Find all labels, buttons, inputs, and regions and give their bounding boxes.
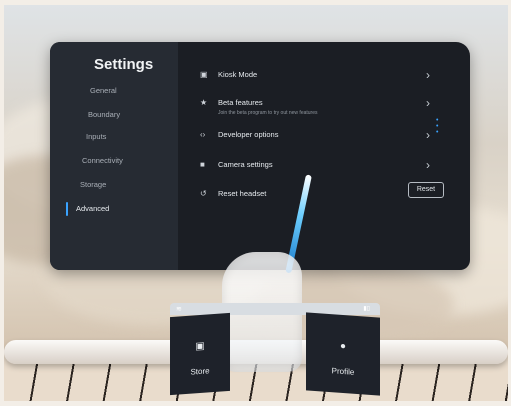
row-label: Camera settings	[218, 160, 273, 169]
nav-item-general[interactable]: General	[90, 86, 117, 95]
row-developer-options[interactable]: ‹› Developer options ›	[178, 120, 470, 150]
nav-item-connectivity[interactable]: Connectivity	[82, 156, 123, 165]
active-indicator	[66, 202, 68, 216]
wifi-icon: ≋	[176, 306, 182, 313]
row-kiosk-mode[interactable]: ▣ Kiosk Mode ›	[178, 60, 470, 90]
row-label: Beta features	[218, 98, 263, 107]
settings-title: Settings	[94, 56, 154, 73]
nav-item-advanced[interactable]: Advanced	[76, 204, 109, 213]
store-tile[interactable]: ▣ Store	[170, 312, 230, 396]
reset-icon: ↺	[200, 189, 207, 198]
battery-icon: ▮▯	[363, 306, 370, 312]
row-beta-features[interactable]: ★ Beta features Join the beta program to…	[178, 88, 470, 118]
nav-item-storage[interactable]: Storage	[80, 180, 106, 189]
store-icon: ▣	[195, 340, 205, 353]
status-bar: ≋ ▮▯	[170, 303, 380, 315]
chevron-right-icon: ›	[426, 68, 430, 82]
profile-label: Profile	[331, 366, 355, 377]
row-label: Reset headset	[218, 189, 267, 198]
row-camera-settings[interactable]: ■ Camera settings ›	[178, 150, 470, 180]
reset-button[interactable]: Reset	[408, 182, 444, 198]
store-label: Store	[190, 366, 210, 377]
camera-icon: ■	[200, 160, 205, 169]
profile-tile[interactable]: ● Profile	[306, 312, 380, 396]
nav-item-boundary[interactable]: Boundary	[88, 110, 120, 119]
row-label: Kiosk Mode	[218, 70, 258, 79]
profile-icon: ●	[339, 340, 347, 353]
settings-panel: Settings General Boundary Inputs Connect…	[50, 42, 470, 270]
app-dock: ≋ ▮▯ ▣ Store ● Profile	[170, 303, 380, 396]
chevron-right-icon: ›	[426, 128, 430, 142]
nav-item-inputs[interactable]: Inputs	[86, 132, 106, 141]
row-label: Developer options	[218, 130, 279, 139]
chevron-right-icon: ›	[426, 96, 430, 110]
kiosk-icon: ▣	[200, 70, 208, 79]
chevron-right-icon: ›	[426, 158, 430, 172]
code-icon: ‹›	[200, 130, 206, 139]
settings-sidebar: Settings General Boundary Inputs Connect…	[50, 42, 178, 270]
star-icon: ★	[200, 98, 208, 107]
settings-content: • • • ▣ Kiosk Mode › ★ Beta features Join …	[178, 42, 470, 270]
row-subtitle: Join the beta program to try out new fea…	[218, 110, 318, 116]
